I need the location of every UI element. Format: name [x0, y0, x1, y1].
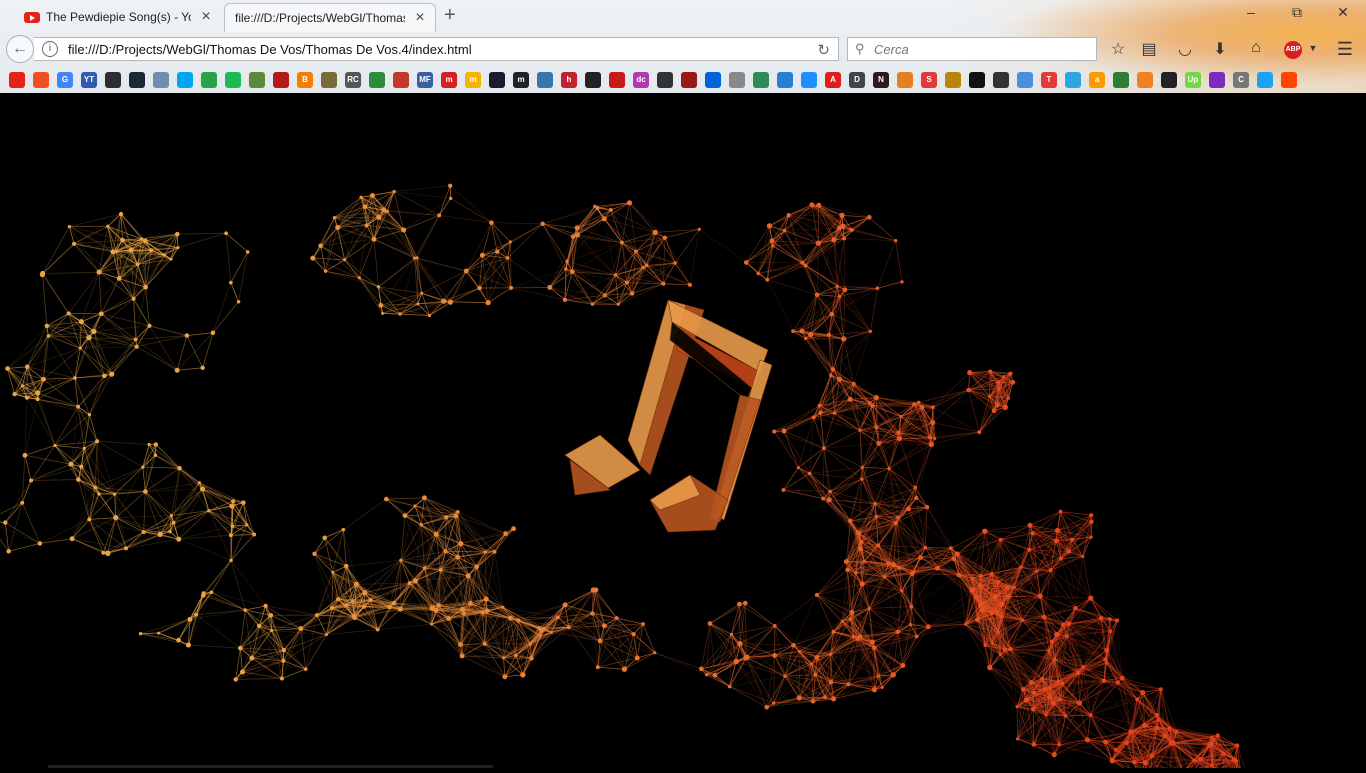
- reload-icon[interactable]: ↻: [817, 41, 830, 59]
- download-icon[interactable]: ⬇: [1209, 39, 1231, 59]
- bookmark-c-gray-icon[interactable]: C: [1233, 72, 1249, 88]
- bookmark-cloud-icon[interactable]: [153, 72, 169, 88]
- bookmark-puzzle-icon[interactable]: [201, 72, 217, 88]
- webgl-canvas[interactable]: [0, 93, 1366, 768]
- bookmark-flickr-icon[interactable]: [705, 72, 721, 88]
- bookmark-upwork-icon[interactable]: Up: [1185, 72, 1201, 88]
- back-arrow-icon: ←: [12, 40, 28, 57]
- bookmark-disk-icon[interactable]: [489, 72, 505, 88]
- search-box[interactable]: ⚲: [847, 37, 1097, 61]
- bookmark-green-w-icon[interactable]: [1113, 72, 1129, 88]
- bookmark-red-rect-icon[interactable]: [609, 72, 625, 88]
- bookmark-robot-icon[interactable]: [657, 72, 673, 88]
- navigation-bar: ← i file:///D:/Projects/WebGl/Thomas De …: [0, 32, 1366, 66]
- bookmark-spotify-icon[interactable]: [225, 72, 241, 88]
- bookmark-blue-arrow-icon[interactable]: [777, 72, 793, 88]
- bookmark-reddit-icon[interactable]: [1281, 72, 1297, 88]
- close-window-button[interactable]: ✕: [1332, 4, 1354, 21]
- bookmark-blue-diag-icon[interactable]: [801, 72, 817, 88]
- bookmark-rc-icon[interactable]: RC: [345, 72, 361, 88]
- bookmark-play-icon[interactable]: [681, 72, 697, 88]
- bookmark-black-red-icon[interactable]: [969, 72, 985, 88]
- bookmark-amazon-icon[interactable]: a: [1089, 72, 1105, 88]
- bookmark-unity-icon[interactable]: [585, 72, 601, 88]
- reading-list-icon[interactable]: ▤: [1138, 39, 1160, 59]
- bookmark-google-icon[interactable]: G: [57, 72, 73, 88]
- menu-icon[interactable]: ☰: [1334, 39, 1356, 59]
- bookmark-twitter-icon[interactable]: [1257, 72, 1273, 88]
- youtube-icon: [24, 12, 40, 23]
- chevron-down-icon[interactable]: ▼: [1302, 43, 1324, 63]
- url-text: file:///D:/Projects/WebGl/Thomas De Vos/…: [68, 42, 472, 57]
- tab-bar: The Pewdiepie Song(s) - YouTube × file:/…: [0, 0, 1366, 32]
- bookmark-m-black-icon[interactable]: m: [513, 72, 529, 88]
- bookmark-red-game-icon[interactable]: [273, 72, 289, 88]
- bookmark-stackoverflow-icon[interactable]: [1137, 72, 1153, 88]
- bookmark-n-dark-icon[interactable]: N: [873, 72, 889, 88]
- particle-network: [0, 93, 1366, 768]
- bookmark-telegram-icon[interactable]: [1065, 72, 1081, 88]
- bookmark-hd-icon[interactable]: [393, 72, 409, 88]
- bookmark-minecraft-icon[interactable]: [249, 72, 265, 88]
- back-button[interactable]: ←: [6, 35, 34, 63]
- bookmark-h-red-icon[interactable]: h: [561, 72, 577, 88]
- bookmark-steam-icon[interactable]: [129, 72, 145, 88]
- bookmark-youtube-icon[interactable]: [9, 72, 25, 88]
- bookmark-github-icon[interactable]: [1161, 72, 1177, 88]
- bookmark-python-icon[interactable]: [537, 72, 553, 88]
- bookmark-qr-icon[interactable]: [753, 72, 769, 88]
- close-tab-icon[interactable]: ×: [199, 8, 213, 26]
- new-tab-button[interactable]: +: [444, 4, 456, 27]
- bookmark-diamond-icon[interactable]: [897, 72, 913, 88]
- url-bar[interactable]: i file:///D:/Projects/WebGl/Thomas De Vo…: [34, 37, 839, 61]
- search-icon: ⚲: [855, 41, 865, 57]
- bookmark-shield-icon[interactable]: [945, 72, 961, 88]
- tab-title: file:///D:/Projects/WebGl/Thomas%20De%20…: [235, 11, 405, 25]
- bookmark-m-yellow-icon[interactable]: m: [465, 72, 481, 88]
- browser-chrome: The Pewdiepie Song(s) - YouTube × file:/…: [0, 0, 1366, 94]
- bookmark-m-red-icon[interactable]: m: [441, 72, 457, 88]
- bookmark-purple-x-icon[interactable]: [1209, 72, 1225, 88]
- tab-active-file[interactable]: file:///D:/Projects/WebGl/Thomas%20De%20…: [224, 3, 436, 32]
- bookmark-star-icon[interactable]: ☆: [1107, 39, 1129, 59]
- tab-youtube[interactable]: The Pewdiepie Song(s) - YouTube ×: [24, 4, 224, 30]
- adblock-plus-icon[interactable]: ABP: [1284, 41, 1302, 59]
- close-tab-icon[interactable]: ×: [413, 9, 427, 27]
- bookmark-mf-icon[interactable]: MF: [417, 72, 433, 88]
- bookmark-t-red-icon[interactable]: T: [1041, 72, 1057, 88]
- bookmark-camo-icon[interactable]: [321, 72, 337, 88]
- bookmark-translate-icon[interactable]: [1017, 72, 1033, 88]
- bookmark-d-dark-icon[interactable]: D: [849, 72, 865, 88]
- restore-button[interactable]: ⧉: [1286, 4, 1308, 21]
- bookmark-microsoft-icon[interactable]: [33, 72, 49, 88]
- bookmark-circle-mono-icon[interactable]: [729, 72, 745, 88]
- bookmark-green-circle-icon[interactable]: [369, 72, 385, 88]
- home-icon[interactable]: ⌂: [1245, 39, 1267, 59]
- bookmark-s-red-icon[interactable]: S: [921, 72, 937, 88]
- bookmark-blogger-icon[interactable]: B: [297, 72, 313, 88]
- bookmark-dc-icon[interactable]: dc: [633, 72, 649, 88]
- bookmark-yin-yang-icon[interactable]: [993, 72, 1009, 88]
- search-input[interactable]: [874, 42, 1084, 57]
- info-icon[interactable]: i: [42, 41, 58, 57]
- tab-title: The Pewdiepie Song(s) - YouTube: [46, 10, 191, 24]
- bookmark-windows-icon[interactable]: [177, 72, 193, 88]
- music-note-icon: [565, 300, 772, 532]
- pocket-icon[interactable]: ◡: [1174, 39, 1196, 59]
- bookmark-xbox-like-icon[interactable]: [105, 72, 121, 88]
- bookmark-adobe-icon[interactable]: A: [825, 72, 841, 88]
- bookmarks-toolbar: GYTBRCMFmmmhdcADNSTaUpC: [0, 68, 1366, 92]
- bookmark-yt-mp3-icon[interactable]: YT: [81, 72, 97, 88]
- minimize-button[interactable]: –: [1240, 4, 1262, 20]
